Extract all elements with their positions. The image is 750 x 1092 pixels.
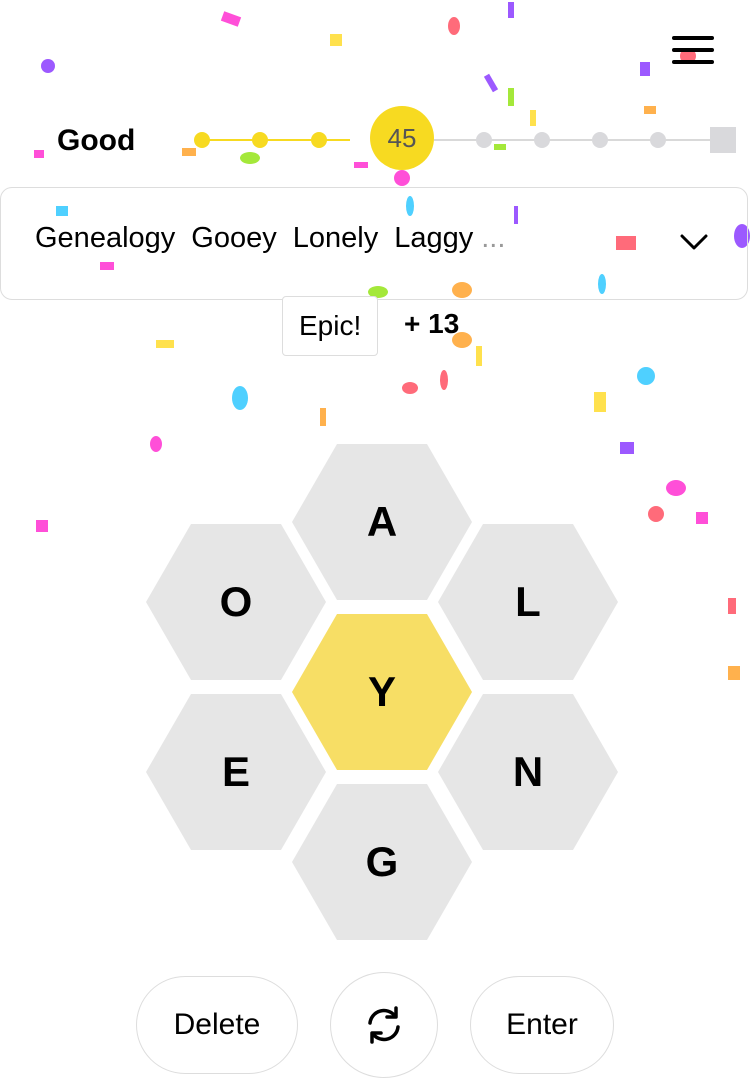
hamburger-menu-icon xyxy=(672,36,714,40)
found-word: Gooey xyxy=(191,222,277,254)
progress-dot-remaining xyxy=(476,132,492,148)
shuffle-icon xyxy=(368,1006,400,1044)
found-word: Laggy xyxy=(394,222,474,254)
progress-dot-remaining xyxy=(534,132,550,148)
genius-marker xyxy=(710,127,736,153)
points-earned: + 13 xyxy=(404,308,460,339)
delete-button[interactable]: Delete xyxy=(136,976,298,1074)
score-bubble: 45 xyxy=(370,106,434,170)
rank-label: Good xyxy=(57,124,136,157)
shuffle-button[interactable] xyxy=(330,972,438,1078)
hive-cell-bottom[interactable]: G xyxy=(292,784,472,940)
found-word: Genealogy xyxy=(35,222,176,254)
enter-button[interactable]: Enter xyxy=(470,976,614,1074)
found-words-list[interactable]: Genealogy Gooey Lonely Laggy... xyxy=(0,187,748,300)
progress-dot-complete xyxy=(194,132,210,148)
progress-dot-remaining xyxy=(592,132,608,148)
found-word: Lonely xyxy=(292,222,379,254)
progress-dot-remaining xyxy=(650,132,666,148)
score-progress-bar[interactable]: 45 xyxy=(190,106,740,170)
menu-button[interactable] xyxy=(670,34,716,70)
hive-letter: G xyxy=(365,838,399,885)
feedback-message: Epic! xyxy=(282,296,379,356)
found-words: Genealogy Gooey Lonely Laggy... xyxy=(35,222,521,255)
chevron-down-icon[interactable] xyxy=(680,228,708,256)
progress-dot-complete xyxy=(252,132,268,148)
progress-dot-complete xyxy=(311,132,327,148)
more-words-ellipsis: ... xyxy=(481,222,506,254)
